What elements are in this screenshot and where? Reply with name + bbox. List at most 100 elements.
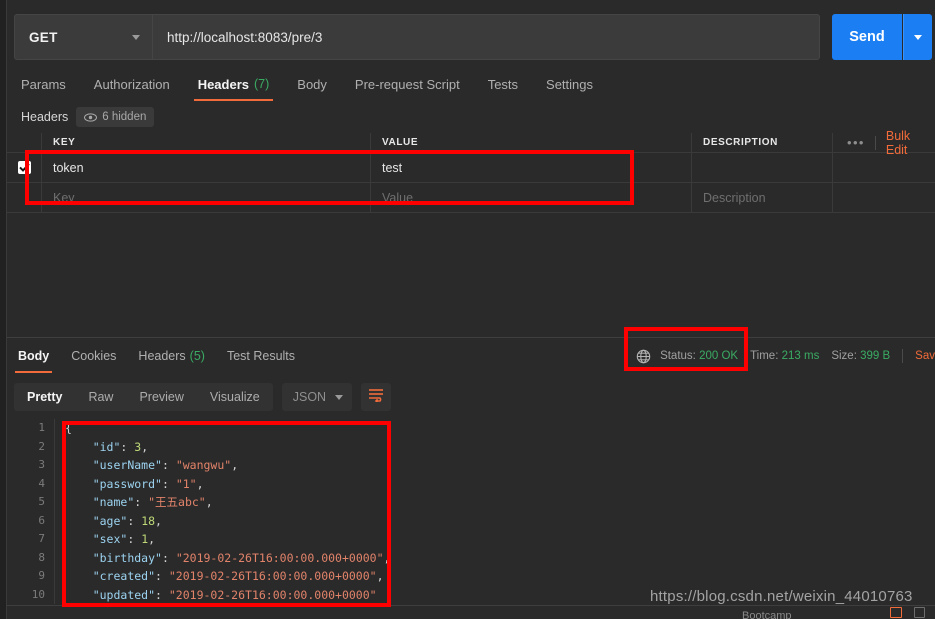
code-token: , [196, 476, 204, 491]
header-key-cell[interactable]: token [53, 161, 84, 175]
response-format-tabs: Pretty Raw Preview Visualize [14, 383, 273, 411]
response-body-viewer[interactable]: 1 2 3 4 5 6 7 8 9 10 { "id": 3, "userName": "wang… [7, 419, 935, 604]
code-token: , [155, 513, 162, 528]
request-tab-tests[interactable]: Tests [474, 68, 532, 100]
header-description-placeholder[interactable]: Description [703, 191, 766, 205]
tab-label: Pre-request Script [354, 76, 460, 92]
bootcamp-label: Bootcamp [742, 610, 792, 619]
hidden-headers-toggle[interactable]: 6 hidden [76, 107, 155, 127]
request-tab-headers[interactable]: Headers (7) [184, 68, 284, 101]
code-token: { [65, 421, 72, 435]
eye-icon [84, 112, 98, 122]
row-enable-checkbox[interactable] [7, 153, 42, 182]
code-token: : [161, 550, 176, 565]
format-tab-preview[interactable]: Preview [126, 383, 196, 411]
tab-label: Body [297, 76, 327, 92]
code-token: : [161, 476, 176, 491]
send-button-label: Send [849, 29, 885, 45]
request-tab-authorization[interactable]: Authorization [80, 68, 184, 100]
code-token: "2019-02-26T16:00:00.000+0000" [168, 569, 377, 583]
code-token: : [120, 439, 135, 454]
code-line: "id": 3, [56, 438, 935, 457]
code-token: "password" [92, 476, 162, 491]
code-line: "name": "王五abc", [56, 493, 935, 512]
request-tab-settings[interactable]: Settings [532, 68, 607, 100]
tab-count: (5) [189, 349, 205, 363]
save-response-button[interactable]: Sav [915, 350, 935, 362]
response-tab-headers[interactable]: Headers (5) [127, 340, 216, 372]
code-token: 18 [141, 513, 156, 528]
chevron-down-icon [914, 34, 922, 40]
divider [874, 135, 876, 150]
request-tab-params[interactable]: Params [7, 68, 80, 100]
request-tab-body[interactable]: Body [283, 68, 341, 100]
code-token: , [205, 495, 213, 509]
code-line: "password": "1", [56, 475, 935, 494]
time-label: Time: [750, 350, 779, 362]
code-token: "name" [92, 495, 135, 509]
response-tab-body[interactable]: Body [7, 340, 60, 373]
code-token: , [141, 439, 149, 454]
line-number: 10 [31, 587, 45, 601]
bottom-divider [7, 605, 935, 606]
wrap-lines-button[interactable] [360, 383, 391, 411]
line-number-gutter: 1 2 3 4 5 6 7 8 9 10 [7, 419, 55, 604]
response-language-label: JSON [292, 390, 327, 404]
more-options-icon[interactable]: ••• [847, 136, 865, 149]
code-token: "userName" [92, 458, 162, 472]
console-icon[interactable] [890, 607, 902, 618]
postman-window: GET http://localhost:8083/pre/3 Send Par… [0, 0, 935, 619]
response-tab-test-results[interactable]: Test Results [216, 340, 306, 372]
line-number: 9 [38, 569, 45, 582]
response-section-divider [7, 337, 935, 338]
http-method-selector[interactable]: GET [14, 14, 152, 60]
line-number: 3 [38, 458, 45, 471]
column-header-key: KEY [53, 137, 76, 148]
format-tab-visualize[interactable]: Visualize [197, 383, 273, 411]
tab-label: Cookies [71, 349, 117, 363]
format-tab-raw[interactable]: Raw [75, 383, 126, 411]
code-token: : [161, 458, 176, 472]
headers-subbar-label: Headers [21, 110, 69, 124]
http-method-label: GET [29, 29, 58, 45]
send-options-button[interactable] [903, 14, 932, 60]
code-token: "1" [175, 476, 197, 491]
code-token: "birthday" [92, 550, 162, 565]
send-button[interactable]: Send [832, 14, 902, 60]
status-meta: Status: 200 OK [660, 350, 750, 362]
header-value-cell[interactable]: test [382, 161, 402, 175]
header-value-placeholder[interactable]: Value [382, 191, 413, 205]
wrap-lines-icon [368, 388, 384, 407]
row-enable-checkbox-placeholder[interactable] [7, 183, 42, 212]
tab-label: Test Results [226, 349, 296, 363]
response-tabs: Body Cookies Headers (5) Test Results [7, 340, 306, 373]
code-token: "updated" [92, 587, 156, 602]
url-input[interactable]: http://localhost:8083/pre/3 [152, 14, 820, 60]
code-token: : [134, 495, 149, 509]
response-language-select[interactable]: JSON [281, 383, 352, 411]
code-token: "2019-02-26T16:00:00.000+0000" [175, 550, 384, 565]
headers-table-header-row: KEY VALUE DESCRIPTION ••• Bulk Edit [7, 129, 935, 157]
tab-label: Tests [487, 76, 519, 92]
response-meta: Status: 200 OK Time: 213 ms Size: 399 B … [636, 340, 935, 372]
request-tab-pre-request-script[interactable]: Pre-request Script [341, 68, 474, 100]
row-actions-placeholder [833, 183, 935, 212]
format-tab-pretty[interactable]: Pretty [14, 383, 75, 411]
code-token: , [231, 458, 239, 472]
table-row-placeholder[interactable]: Key Value Description [7, 183, 935, 213]
line-number: 8 [38, 550, 45, 564]
row-actions [833, 153, 935, 182]
header-key-placeholder[interactable]: Key [53, 191, 75, 205]
status-value: 200 OK [699, 350, 739, 362]
code-token: : [155, 587, 169, 602]
response-tab-cookies[interactable]: Cookies [60, 340, 127, 372]
time-meta: Time: 213 ms [750, 350, 831, 362]
table-row[interactable]: token test [7, 153, 935, 183]
response-body-code[interactable]: { "id": 3, "userName": "wangwu", "passwo… [56, 419, 935, 604]
header-row-checkbox-column [7, 133, 42, 152]
layout-icon[interactable] [914, 607, 925, 618]
